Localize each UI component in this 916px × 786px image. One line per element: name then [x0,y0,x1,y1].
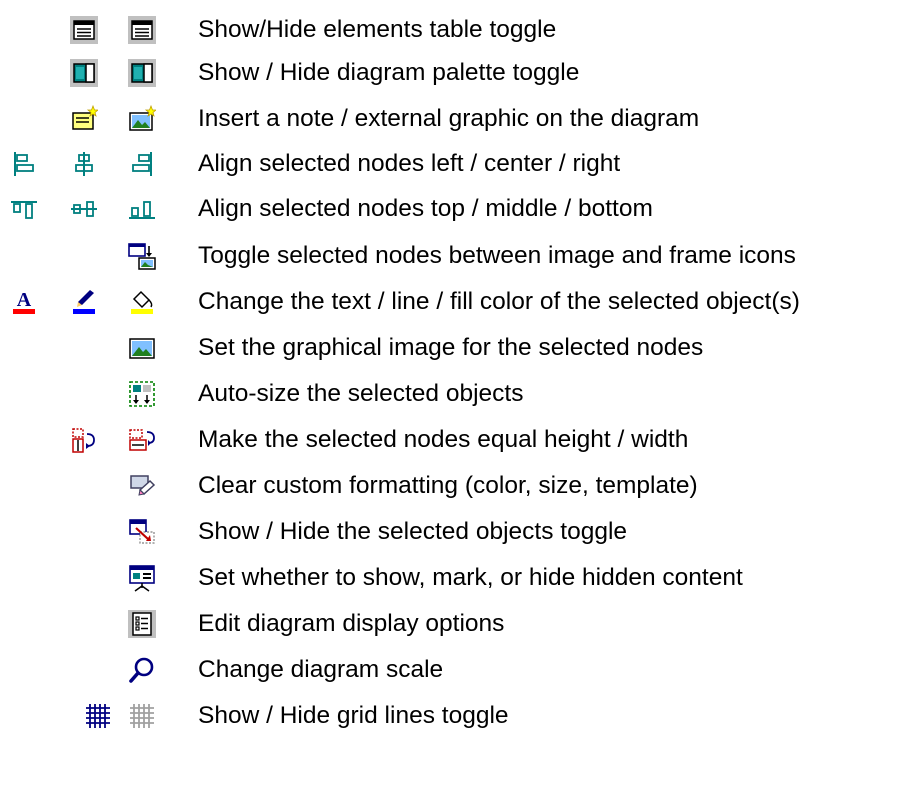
legend-description: Change diagram scale [198,656,444,683]
legend-row-align-horizontal: Align selected nodes left / center / rig… [0,150,916,190]
legend-description: Set whether to show, mark, or hide hidde… [198,564,743,591]
legend-row-elements-table: Show/Hide elements table toggle [0,16,916,56]
equal-width-icon [128,426,156,454]
grid-lines-off-icon [128,702,156,730]
legend-description: Clear custom formatting (color, size, te… [198,472,698,499]
legend-row-align-vertical: Align selected nodes top / middle / bott… [0,195,916,235]
show-hide-objects-icon [128,518,156,546]
legend-description: Edit diagram display options [198,610,505,637]
legend-row-clear-formatting: Clear custom formatting (color, size, te… [0,472,916,512]
legend-description: Toggle selected nodes between image and … [198,242,796,269]
text-color-icon [10,288,38,316]
legend-description: Insert a note / external graphic on the … [198,105,700,132]
legend-description: Set the graphical image for the selected… [198,334,704,361]
legend-description: Auto-size the selected objects [198,380,524,407]
fill-color-icon [128,288,156,316]
legend-description: Show / Hide the selected objects toggle [198,518,628,545]
align-left-icon [10,150,38,178]
line-color-icon [70,288,98,316]
legend-row-auto-size: Auto-size the selected objects [0,380,916,420]
equal-height-icon [70,426,98,454]
legend-description: Change the text / line / fill color of t… [198,288,800,315]
align-right-icon [128,150,156,178]
set-image-icon [128,334,156,362]
legend-description: Show / Hide diagram palette toggle [198,59,580,86]
diagram-palette-icon [70,59,98,87]
legend-description: Align selected nodes left / center / rig… [198,150,621,177]
legend-row-display-options: Edit diagram display options [0,610,916,650]
clear-formatting-icon [128,472,156,500]
insert-note-icon [70,105,98,133]
legend-row-equal-size: Make the selected nodes equal height / w… [0,426,916,466]
legend-row-set-image: Set the graphical image for the selected… [0,334,916,374]
legend-row-diagram-scale: Change diagram scale [0,656,916,696]
diagram-palette-icon [128,59,156,87]
grid-lines-on-icon [84,702,112,730]
legend-row-hidden-content: Set whether to show, mark, or hide hidde… [0,564,916,604]
legend-description: Show/Hide elements table toggle [198,16,557,43]
auto-size-icon [128,380,156,408]
legend-row-insert-note: Insert a note / external graphic on the … [0,105,916,145]
zoom-icon [128,656,156,684]
insert-graphic-icon [128,105,156,133]
display-options-icon [128,610,156,638]
legend-row-grid-lines: Show / Hide grid lines toggle [0,702,916,742]
legend-description: Align selected nodes top / middle / bott… [198,195,653,222]
align-middle-icon [70,195,98,223]
legend-row-diagram-palette: Show / Hide diagram palette toggle [0,59,916,99]
legend-row-show-hide-objects: Show / Hide the selected objects toggle [0,518,916,558]
hidden-content-icon [128,564,156,592]
toggle-image-frame-icon [128,242,156,270]
elements-table-icon [70,16,98,44]
align-bottom-icon [128,195,156,223]
legend-row-colors: Change the text / line / fill color of t… [0,288,916,328]
legend-row-toggle-image-frame: Toggle selected nodes between image and … [0,242,916,282]
align-top-icon [10,195,38,223]
legend-description: Show / Hide grid lines toggle [198,702,509,729]
legend-description: Make the selected nodes equal height / w… [198,426,689,453]
elements-table-icon [128,16,156,44]
align-center-icon [70,150,98,178]
